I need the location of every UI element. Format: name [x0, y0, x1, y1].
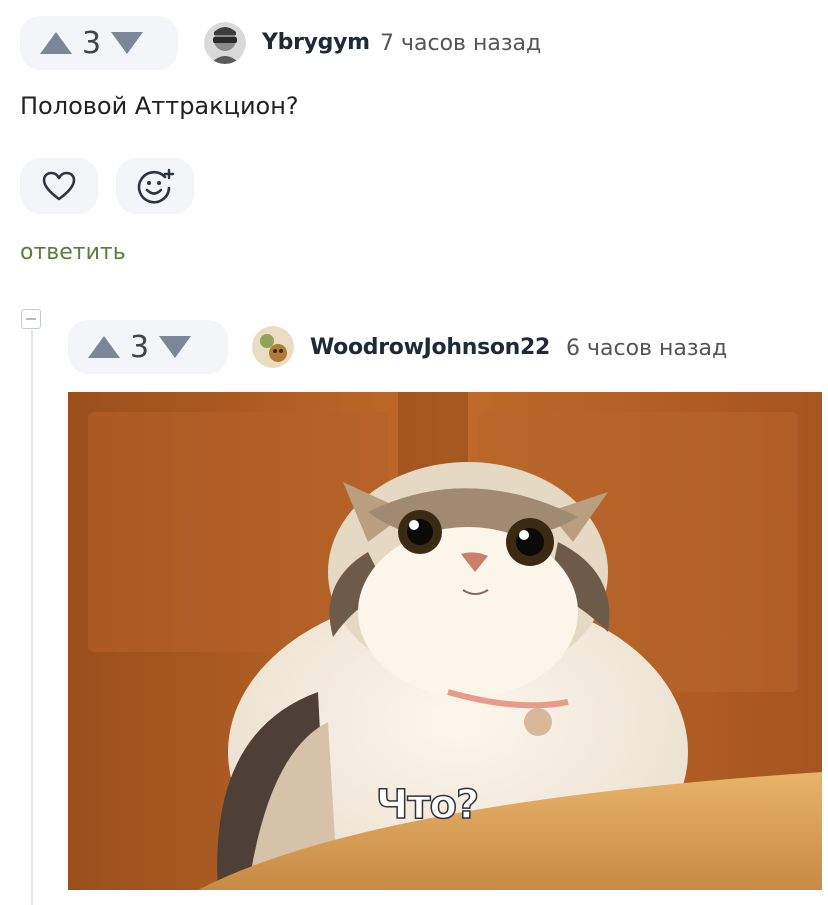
- comment-text: Половой Аттракцион?: [20, 92, 299, 120]
- thread-line: [31, 330, 33, 905]
- upvote-button[interactable]: [40, 32, 72, 54]
- vote-pill: 3: [20, 16, 178, 70]
- smiley-add-icon: [137, 168, 175, 204]
- username[interactable]: Ybrygym: [262, 30, 370, 55]
- avatar[interactable]: [252, 326, 294, 368]
- add-reaction-button[interactable]: [116, 158, 194, 214]
- heart-icon: [42, 171, 76, 201]
- upvote-button[interactable]: [88, 336, 120, 358]
- like-button[interactable]: [20, 158, 98, 214]
- vote-count: 3: [130, 329, 150, 365]
- downvote-button[interactable]: [111, 32, 144, 54]
- timestamp: 7 часов назад: [380, 31, 542, 56]
- image-caption: Что?: [375, 781, 480, 829]
- avatar[interactable]: [204, 22, 246, 64]
- vote-pill: 3: [68, 320, 228, 374]
- username[interactable]: WoodrowJohnson22: [310, 335, 550, 360]
- timestamp: 6 часов назад: [566, 336, 728, 361]
- reply-link[interactable]: ответить: [20, 240, 126, 265]
- downvote-button[interactable]: [159, 336, 192, 358]
- minus-square-icon: [26, 318, 36, 320]
- vote-count: 3: [82, 25, 102, 61]
- collapse-thread-button[interactable]: [21, 309, 41, 329]
